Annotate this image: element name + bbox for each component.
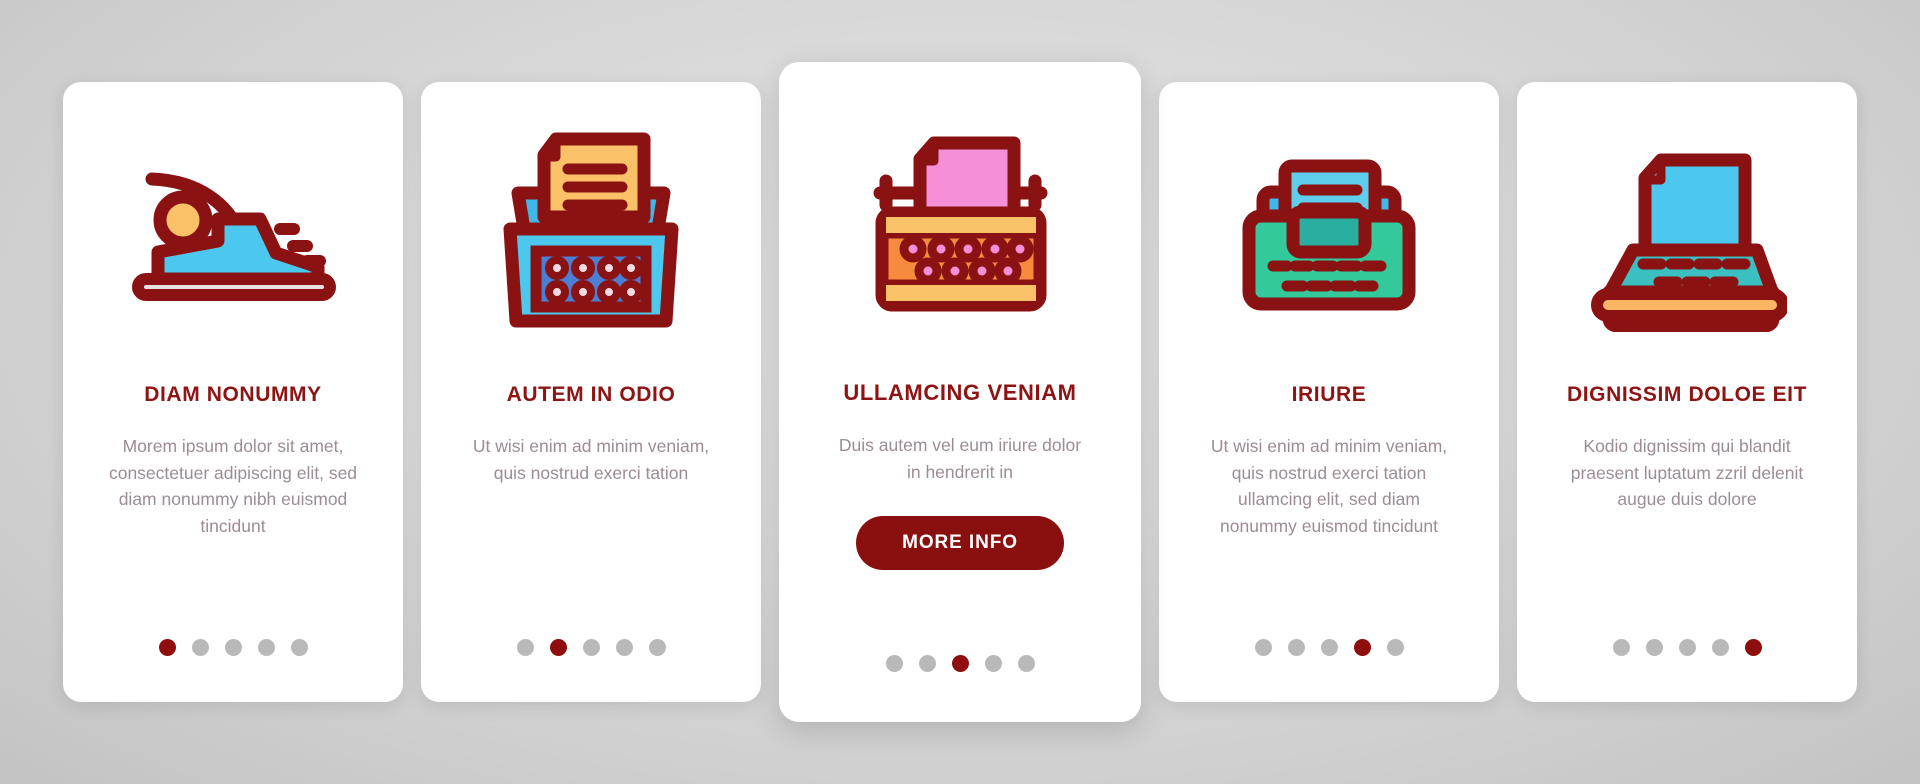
pagination-dots — [779, 655, 1141, 672]
pagination-dot[interactable] — [984, 655, 1002, 672]
pagination-dot[interactable] — [257, 639, 275, 656]
onboarding-card-4[interactable]: IRIURE Ut wisi enim ad minim veniam, qui… — [1159, 82, 1499, 702]
pagination-dot[interactable] — [549, 639, 567, 656]
pagination-dot[interactable] — [1353, 639, 1371, 656]
pagination-dot[interactable] — [1711, 639, 1729, 656]
pagination-dot[interactable] — [191, 639, 209, 656]
card-title: DIAM NONUMMY — [144, 383, 322, 406]
card-body-text: Ut wisi enim ad minim veniam, quis nostr… — [1210, 436, 1448, 536]
pagination-dot[interactable] — [1612, 639, 1630, 656]
more-info-button[interactable]: MORE INFO — [856, 515, 1064, 570]
pagination-dot[interactable] — [158, 639, 176, 656]
pagination-dot[interactable] — [1386, 639, 1404, 656]
onboarding-card-1[interactable]: DIAM NONUMMY Morem ipsum dolor sit amet,… — [63, 82, 403, 702]
card-body-text: Morem ipsum dolor sit amet, consectetuer… — [108, 436, 358, 536]
typewriter-desk-icon — [1539, 82, 1835, 382]
typewriter-classic-icon — [801, 62, 1119, 380]
pagination-dots — [1517, 639, 1857, 656]
pagination-dot[interactable] — [582, 639, 600, 656]
pagination-dot[interactable] — [1645, 639, 1663, 656]
pagination-dot[interactable] — [1017, 655, 1035, 672]
onboarding-card-row: DIAM NONUMMY Morem ipsum dolor sit amet,… — [0, 0, 1920, 784]
typewriter-paper-keys-icon — [443, 82, 739, 382]
onboarding-card-2[interactable]: AUTEM IN ODIO Ut wisi enim ad minim veni… — [421, 82, 761, 702]
pagination-dot[interactable] — [224, 639, 242, 656]
pagination-dot[interactable] — [1744, 639, 1762, 656]
pagination-dot[interactable] — [290, 639, 308, 656]
onboarding-card-3[interactable]: ULLAMCING VENIAM Duis autem vel eum iriu… — [779, 62, 1141, 722]
pagination-dot[interactable] — [648, 639, 666, 656]
pagination-dot[interactable] — [885, 655, 903, 672]
card-title: DIGNISSIM DOLOE EIT — [1566, 383, 1808, 406]
pagination-dots — [63, 639, 403, 656]
pagination-dot[interactable] — [1254, 639, 1272, 656]
card-body-text: Ut wisi enim ad minim veniam, quis nostr… — [472, 436, 710, 483]
typewriter-green-icon — [1181, 82, 1477, 382]
onboarding-card-5[interactable]: DIGNISSIM DOLOE EIT Kodio dignissim qui … — [1517, 82, 1857, 702]
pagination-dot[interactable] — [951, 655, 969, 672]
pagination-dot[interactable] — [516, 639, 534, 656]
typewriter-carriage-icon — [85, 82, 381, 382]
card-title: AUTEM IN ODIO — [506, 383, 676, 406]
pagination-dots — [1159, 639, 1499, 656]
pagination-dot[interactable] — [1678, 639, 1696, 656]
card-title: IRIURE — [1291, 383, 1367, 406]
pagination-dot[interactable] — [1320, 639, 1338, 656]
pagination-dot[interactable] — [615, 639, 633, 656]
pagination-dots — [421, 639, 761, 656]
card-body-text: Duis autem vel eum iriure dolor in hendr… — [838, 435, 1082, 482]
pagination-dot[interactable] — [918, 655, 936, 672]
pagination-dot[interactable] — [1287, 639, 1305, 656]
card-title: ULLAMCING VENIAM — [843, 380, 1077, 405]
card-body-text: Kodio dignissim qui blandit praesent lup… — [1570, 436, 1804, 510]
